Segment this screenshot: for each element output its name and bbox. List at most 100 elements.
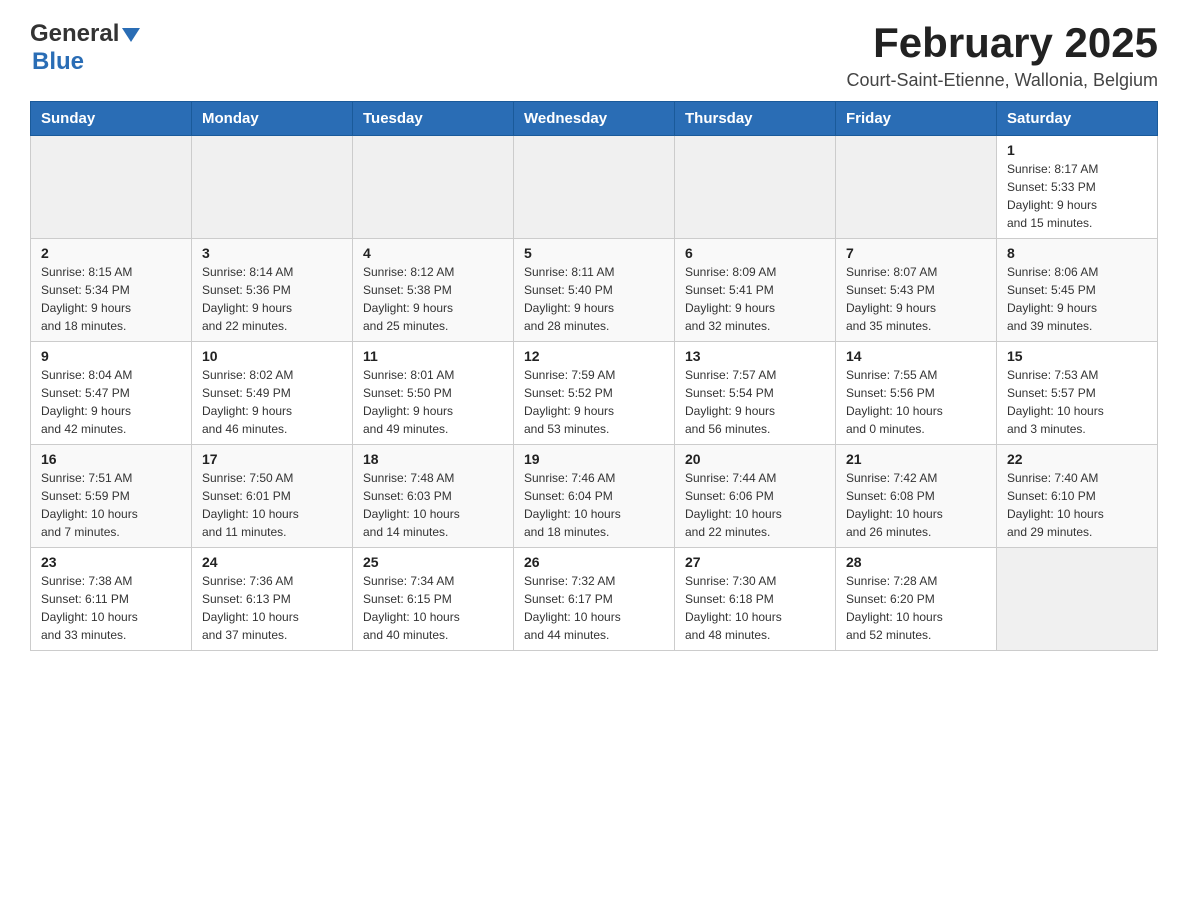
day-number: 12 [524, 348, 664, 364]
day-number: 4 [363, 245, 503, 261]
day-info: Sunrise: 7:55 AMSunset: 5:56 PMDaylight:… [846, 366, 986, 438]
week-row-1: 1 Sunrise: 8:17 AMSunset: 5:33 PMDaylight… [31, 136, 1158, 239]
title-section: February 2025 Court-Saint-Etienne, Wallo… [847, 20, 1158, 91]
day-info: Sunrise: 8:09 AMSunset: 5:41 PMDaylight:… [685, 263, 825, 335]
calendar-cell: 18 Sunrise: 7:48 AMSunset: 6:03 PMDayligh… [353, 445, 514, 548]
day-number: 25 [363, 554, 503, 570]
calendar-cell: 22 Sunrise: 7:40 AMSunset: 6:10 PMDayligh… [997, 445, 1158, 548]
calendar-cell: 7 Sunrise: 8:07 AMSunset: 5:43 PMDaylight… [836, 239, 997, 342]
day-info: Sunrise: 7:28 AMSunset: 6:20 PMDaylight:… [846, 572, 986, 644]
day-info: Sunrise: 7:44 AMSunset: 6:06 PMDaylight:… [685, 469, 825, 541]
calendar-cell: 23Sunrise: 7:38 AMSunset: 6:11 PMDayligh… [31, 548, 192, 651]
location: Court-Saint-Etienne, Wallonia, Belgium [847, 70, 1158, 91]
day-number: 28 [846, 554, 986, 570]
calendar-cell: 8 Sunrise: 8:06 AMSunset: 5:45 PMDaylight… [997, 239, 1158, 342]
logo-blue: Blue [32, 48, 84, 76]
day-info: Sunrise: 7:57 AMSunset: 5:54 PMDaylight:… [685, 366, 825, 438]
day-number: 19 [524, 451, 664, 467]
calendar-cell: 4 Sunrise: 8:12 AMSunset: 5:38 PMDaylight… [353, 239, 514, 342]
calendar-table: SundayMondayTuesdayWednesdayThursdayFrid… [30, 101, 1158, 651]
day-info: Sunrise: 7:51 AMSunset: 5:59 PMDaylight:… [41, 469, 181, 541]
day-number: 14 [846, 348, 986, 364]
header-friday: Friday [836, 102, 997, 136]
calendar-cell: 14 Sunrise: 7:55 AMSunset: 5:56 PMDayligh… [836, 342, 997, 445]
day-number: 27 [685, 554, 825, 570]
logo-triangle-icon [122, 28, 140, 42]
day-number: 23 [41, 554, 181, 570]
calendar-cell [31, 136, 192, 239]
calendar-cell: 2 Sunrise: 8:15 AMSunset: 5:34 PMDaylight… [31, 239, 192, 342]
calendar-cell [836, 136, 997, 239]
page-header: General Blue February 2025 Court-Saint-E… [30, 20, 1158, 91]
day-info: Sunrise: 8:15 AMSunset: 5:34 PMDaylight:… [41, 263, 181, 335]
calendar-cell: 12 Sunrise: 7:59 AMSunset: 5:52 PMDayligh… [514, 342, 675, 445]
calendar-cell: 10 Sunrise: 8:02 AMSunset: 5:49 PMDayligh… [192, 342, 353, 445]
day-number: 10 [202, 348, 342, 364]
calendar-cell: 1 Sunrise: 8:17 AMSunset: 5:33 PMDaylight… [997, 136, 1158, 239]
calendar-cell: 20 Sunrise: 7:44 AMSunset: 6:06 PMDayligh… [675, 445, 836, 548]
header-tuesday: Tuesday [353, 102, 514, 136]
calendar-cell: 15Sunrise: 7:53 AMSunset: 5:57 PMDayligh… [997, 342, 1158, 445]
day-info: Sunrise: 7:30 AMSunset: 6:18 PMDaylight:… [685, 572, 825, 644]
day-info: Sunrise: 7:34 AMSunset: 6:15 PMDaylight:… [363, 572, 503, 644]
day-info: Sunrise: 8:01 AMSunset: 5:50 PMDaylight:… [363, 366, 503, 438]
week-row-5: 23Sunrise: 7:38 AMSunset: 6:11 PMDayligh… [31, 548, 1158, 651]
day-info: Sunrise: 7:42 AMSunset: 6:08 PMDaylight:… [846, 469, 986, 541]
header-saturday: Saturday [997, 102, 1158, 136]
day-number: 22 [1007, 451, 1147, 467]
day-info: Sunrise: 8:12 AMSunset: 5:38 PMDaylight:… [363, 263, 503, 335]
calendar-cell: 9Sunrise: 8:04 AMSunset: 5:47 PMDaylight… [31, 342, 192, 445]
week-row-2: 2 Sunrise: 8:15 AMSunset: 5:34 PMDaylight… [31, 239, 1158, 342]
logo: General Blue [30, 20, 140, 76]
day-info: Sunrise: 7:50 AMSunset: 6:01 PMDaylight:… [202, 469, 342, 541]
day-info: Sunrise: 7:48 AMSunset: 6:03 PMDaylight:… [363, 469, 503, 541]
header-thursday: Thursday [675, 102, 836, 136]
calendar-cell: 28 Sunrise: 7:28 AMSunset: 6:20 PMDayligh… [836, 548, 997, 651]
day-number: 1 [1007, 142, 1147, 158]
calendar-cell [192, 136, 353, 239]
header-sunday: Sunday [31, 102, 192, 136]
day-number: 9 [41, 348, 181, 364]
day-info: Sunrise: 7:32 AMSunset: 6:17 PMDaylight:… [524, 572, 664, 644]
day-number: 24 [202, 554, 342, 570]
calendar-cell: 25 Sunrise: 7:34 AMSunset: 6:15 PMDayligh… [353, 548, 514, 651]
logo-general: General [30, 20, 119, 48]
calendar-cell: 6 Sunrise: 8:09 AMSunset: 5:41 PMDaylight… [675, 239, 836, 342]
day-number: 18 [363, 451, 503, 467]
day-info: Sunrise: 8:02 AMSunset: 5:49 PMDaylight:… [202, 366, 342, 438]
day-info: Sunrise: 8:11 AMSunset: 5:40 PMDaylight:… [524, 263, 664, 335]
calendar-cell: 17 Sunrise: 7:50 AMSunset: 6:01 PMDayligh… [192, 445, 353, 548]
day-number: 5 [524, 245, 664, 261]
header-monday: Monday [192, 102, 353, 136]
calendar-cell [353, 136, 514, 239]
day-info: Sunrise: 7:59 AMSunset: 5:52 PMDaylight:… [524, 366, 664, 438]
calendar-cell: 3Sunrise: 8:14 AMSunset: 5:36 PMDaylight… [192, 239, 353, 342]
day-number: 21 [846, 451, 986, 467]
week-row-3: 9Sunrise: 8:04 AMSunset: 5:47 PMDaylight… [31, 342, 1158, 445]
day-info: Sunrise: 7:36 AMSunset: 6:13 PMDaylight:… [202, 572, 342, 644]
day-number: 17 [202, 451, 342, 467]
calendar-cell: 19 Sunrise: 7:46 AMSunset: 6:04 PMDayligh… [514, 445, 675, 548]
day-number: 6 [685, 245, 825, 261]
calendar-cell: 24 Sunrise: 7:36 AMSunset: 6:13 PMDayligh… [192, 548, 353, 651]
day-number: 8 [1007, 245, 1147, 261]
day-number: 7 [846, 245, 986, 261]
day-number: 26 [524, 554, 664, 570]
day-number: 15 [1007, 348, 1147, 364]
day-number: 20 [685, 451, 825, 467]
day-number: 3 [202, 245, 342, 261]
day-info: Sunrise: 8:07 AMSunset: 5:43 PMDaylight:… [846, 263, 986, 335]
day-info: Sunrise: 8:06 AMSunset: 5:45 PMDaylight:… [1007, 263, 1147, 335]
calendar-cell: 27 Sunrise: 7:30 AMSunset: 6:18 PMDayligh… [675, 548, 836, 651]
week-row-4: 16Sunrise: 7:51 AMSunset: 5:59 PMDayligh… [31, 445, 1158, 548]
day-info: Sunrise: 7:46 AMSunset: 6:04 PMDaylight:… [524, 469, 664, 541]
calendar-cell: 26 Sunrise: 7:32 AMSunset: 6:17 PMDayligh… [514, 548, 675, 651]
day-info: Sunrise: 7:40 AMSunset: 6:10 PMDaylight:… [1007, 469, 1147, 541]
day-number: 2 [41, 245, 181, 261]
header-wednesday: Wednesday [514, 102, 675, 136]
header-row: SundayMondayTuesdayWednesdayThursdayFrid… [31, 102, 1158, 136]
day-info: Sunrise: 8:17 AMSunset: 5:33 PMDaylight:… [1007, 160, 1147, 232]
day-number: 11 [363, 348, 503, 364]
calendar-cell [675, 136, 836, 239]
calendar-cell: 13Sunrise: 7:57 AMSunset: 5:54 PMDayligh… [675, 342, 836, 445]
